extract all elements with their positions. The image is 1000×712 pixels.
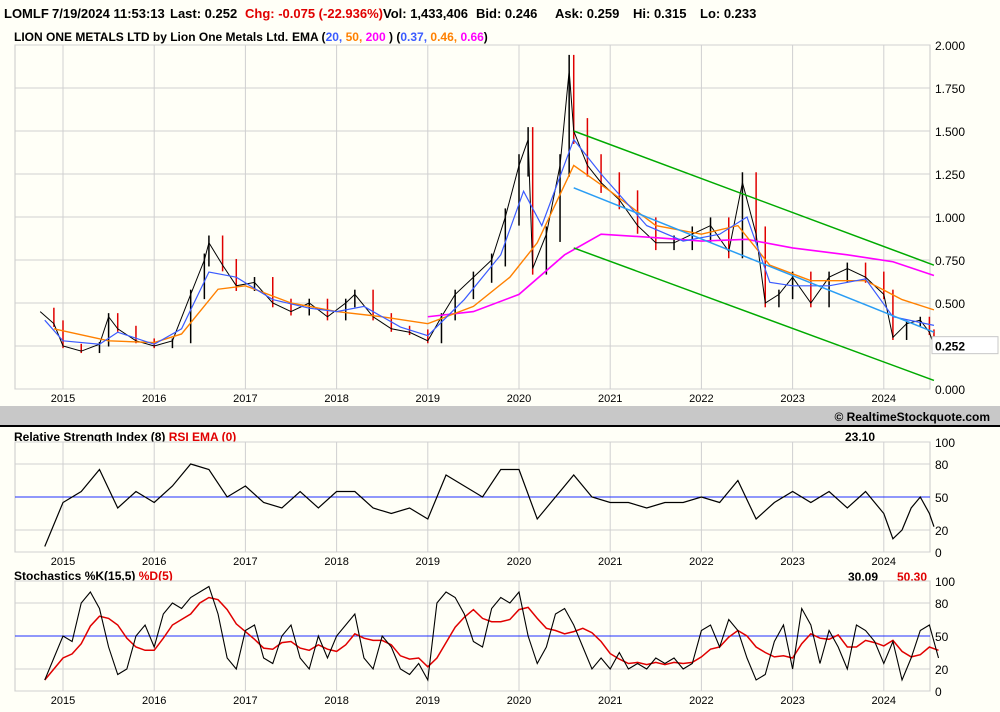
stoch-x-tick: 2015: [51, 695, 75, 707]
price-y-tick: 1.750: [935, 82, 965, 96]
rsi-x-tick: 2020: [507, 556, 531, 568]
ema-close: ): [389, 30, 393, 44]
rsi-x-tick: 2022: [689, 556, 713, 568]
ema-label: EMA (: [292, 30, 326, 44]
stoch-x-tick: 2024: [872, 695, 896, 707]
price-x-tick: 2022: [689, 393, 713, 405]
stoch-x-tick: 2022: [689, 695, 713, 707]
stoch-x-tick: 2019: [416, 695, 440, 707]
rsi-x-tick: 2015: [51, 556, 75, 568]
stoch-y-tick: 20: [935, 663, 949, 677]
price-x-tick: 2023: [780, 393, 804, 405]
ema20-value: 0.37,: [400, 30, 427, 44]
ema200-value: 0.66: [460, 30, 484, 44]
rsi-y-tick: 20: [935, 524, 949, 538]
price-x-tick: 2015: [51, 393, 75, 405]
stoch-x-tick: 2017: [233, 695, 257, 707]
stoch-x-tick: 2021: [598, 695, 622, 707]
rsi-x-tick: 2024: [872, 556, 896, 568]
price-x-tick: 2018: [324, 393, 348, 405]
ema20-period: 20,: [326, 30, 343, 44]
rsi-x-tick: 2016: [142, 556, 166, 568]
rsi-y-tick: 0: [935, 546, 942, 560]
rsi-x-tick: 2021: [598, 556, 622, 568]
ema-close: ): [484, 30, 488, 44]
stoch-x-tick: 2020: [507, 695, 531, 707]
price-x-tick: 2024: [872, 393, 896, 405]
rsi-y-tick: 100: [935, 436, 955, 450]
rsi-y-tick: 80: [935, 458, 949, 472]
price-y-tick: 1.500: [935, 125, 965, 139]
rsi-x-tick: 2023: [780, 556, 804, 568]
price-y-tick: 1.000: [935, 211, 965, 225]
price-y-tick: 0.750: [935, 254, 965, 268]
rsi-x-tick: 2018: [324, 556, 348, 568]
stoch-y-tick: 50: [935, 630, 949, 644]
price-y-tick: 2.000: [935, 39, 965, 53]
ema50-period: 50,: [346, 30, 363, 44]
stoch-y-tick: 100: [935, 575, 955, 589]
price-y-tick: 0.000: [935, 383, 965, 397]
rsi-x-tick: 2017: [233, 556, 257, 568]
ema-legend: EMA (20, 50, 200 ) (0.37, 0.46, 0.66): [292, 30, 488, 44]
price-x-tick: 2020: [507, 393, 531, 405]
ema200-period: 200: [366, 30, 386, 44]
stoch-x-tick: 2016: [142, 695, 166, 707]
stoch-y-tick: 0: [935, 685, 942, 699]
price-x-tick: 2017: [233, 393, 257, 405]
ema50-value: 0.46,: [430, 30, 457, 44]
stoch-x-tick: 2018: [324, 695, 348, 707]
price-x-tick: 2019: [416, 393, 440, 405]
stoch-x-tick: 2023: [780, 695, 804, 707]
price-title: LION ONE METALS LTD by Lion One Metals L…: [14, 30, 288, 44]
price-y-tick: 1.250: [935, 168, 965, 182]
rsi-x-tick: 2019: [416, 556, 440, 568]
copyright: © RealtimeStockquote.com: [834, 410, 990, 424]
rsi-y-tick: 50: [935, 491, 949, 505]
chart-canvas: © RealtimeStockquote.com LION ONE METALS…: [0, 30, 1000, 707]
last-price-label: 0.252: [935, 340, 965, 354]
stoch-y-tick: 80: [935, 597, 949, 611]
price-y-tick: 0.500: [935, 297, 965, 311]
price-x-tick: 2016: [142, 393, 166, 405]
price-x-tick: 2021: [598, 393, 622, 405]
